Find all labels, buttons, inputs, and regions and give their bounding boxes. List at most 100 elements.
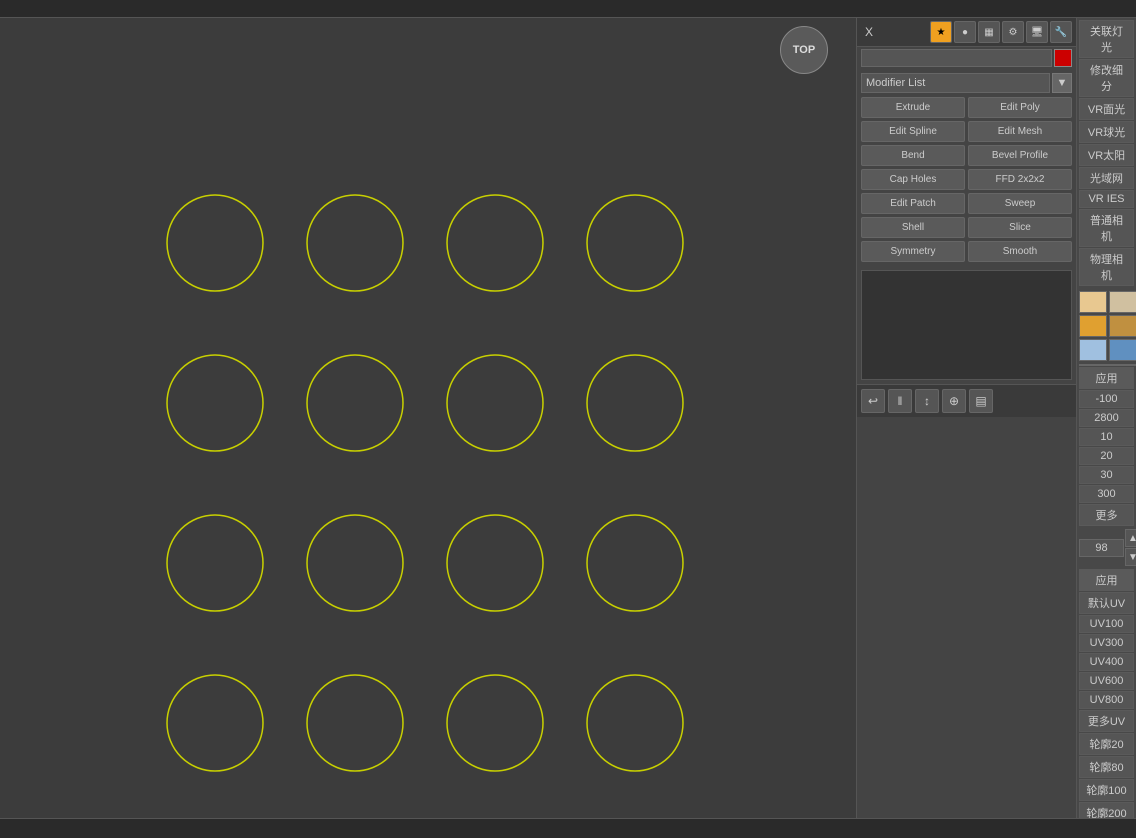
default-uv[interactable]: 默认UV: [1079, 592, 1134, 614]
stepper-1-up[interactable]: ▲: [1125, 529, 1136, 547]
icon-btn-wrench[interactable]: 🔧: [1050, 21, 1072, 43]
btn-edit-patch[interactable]: Edit Patch: [861, 193, 965, 214]
list-item--100[interactable]: -100: [1079, 390, 1134, 408]
swatch-4[interactable]: [1109, 315, 1136, 337]
tool-updown[interactable]: ↕: [915, 389, 939, 413]
right-panel: X ★ ● ▦ ⚙ 🖥 🔧 Modifier List ▼ Extrude Ed…: [856, 18, 1076, 818]
circle-item-2: [430, 168, 560, 318]
uv-800[interactable]: UV800: [1079, 691, 1134, 709]
contour-20[interactable]: 轮廓20: [1079, 733, 1134, 755]
list-item-2800[interactable]: 2800: [1079, 409, 1134, 427]
viewport: TOP: [0, 18, 856, 818]
circle-item-9: [290, 488, 420, 638]
sidebar-entry-vr-sphere[interactable]: VR球光: [1079, 121, 1134, 143]
tool-add[interactable]: ⊕: [942, 389, 966, 413]
sidebar-entry-vr-ies[interactable]: VR IES: [1079, 190, 1134, 208]
sidebar-entry-vr-plane[interactable]: VR面光: [1079, 98, 1134, 120]
btn-sweep[interactable]: Sweep: [968, 193, 1072, 214]
contour-80[interactable]: 轮廓80: [1079, 756, 1134, 778]
list-item-30[interactable]: 30: [1079, 466, 1134, 484]
circle-item-13: [290, 648, 420, 798]
list-item-10[interactable]: 10: [1079, 428, 1134, 446]
swatch-3[interactable]: [1079, 315, 1107, 337]
sidebar-entry-normal-camera[interactable]: 普通相机: [1079, 209, 1134, 247]
icon-bar: X ★ ● ▦ ⚙ 🖥 🔧: [857, 18, 1076, 47]
circle-item-12: [150, 648, 280, 798]
sidebar-entry-modify[interactable]: 修改细分: [1079, 59, 1134, 97]
viewport-label: TOP: [780, 26, 828, 74]
circle-item-7: [570, 328, 700, 478]
btn-edit-mesh[interactable]: Edit Mesh: [968, 121, 1072, 142]
btn-ffd-2x2x2[interactable]: FFD 2x2x2: [968, 169, 1072, 190]
stepper-1-controls: ▲ ▼: [1125, 529, 1136, 566]
list-item-300[interactable]: 300: [1079, 485, 1134, 503]
swatch-1[interactable]: [1079, 291, 1107, 313]
apply-btn-2[interactable]: 应用: [1079, 569, 1134, 591]
btn-bend[interactable]: Bend: [861, 145, 965, 166]
btn-edit-poly[interactable]: Edit Poly: [968, 97, 1072, 118]
icon-btn-circle[interactable]: ●: [954, 21, 976, 43]
circle-item-10: [430, 488, 560, 638]
btn-shell[interactable]: Shell: [861, 217, 965, 238]
toolbar-bottom: ↩ ‖ ↕ ⊕ ▤: [857, 384, 1076, 417]
swatch-green[interactable]: [1079, 364, 1136, 366]
contour-200[interactable]: 轮廓200: [1079, 802, 1134, 818]
contour-100[interactable]: 轮廓100: [1079, 779, 1134, 801]
btn-extrude[interactable]: Extrude: [861, 97, 965, 118]
uv-more[interactable]: 更多UV: [1079, 710, 1134, 732]
modifier-list-row: Modifier List ▼: [857, 69, 1076, 93]
circle-item-6: [430, 328, 560, 478]
stepper-1-down[interactable]: ▼: [1125, 548, 1136, 566]
btn-cap-holes[interactable]: Cap Holes: [861, 169, 965, 190]
icon-btn-star[interactable]: ★: [930, 21, 952, 43]
swatch-grid: [1079, 291, 1134, 361]
circle-item-14: [430, 648, 560, 798]
btn-symmetry[interactable]: Symmetry: [861, 241, 965, 262]
sidebar-entry-light[interactable]: 关联灯光: [1079, 20, 1134, 58]
circle-item-15: [570, 648, 700, 798]
circle-item-0: [150, 168, 280, 318]
uv-600[interactable]: UV600: [1079, 672, 1134, 690]
uv-400[interactable]: UV400: [1079, 653, 1134, 671]
list-item-more[interactable]: 更多: [1079, 504, 1134, 526]
stepper-1-input[interactable]: [1079, 539, 1124, 557]
tool-undo[interactable]: ↩: [861, 389, 885, 413]
tool-table[interactable]: ▤: [969, 389, 993, 413]
swatch-6[interactable]: [1109, 339, 1136, 361]
color-text-input[interactable]: [861, 49, 1052, 67]
main-area: TOP: [0, 18, 1136, 818]
modifier-list-label: Modifier List: [861, 73, 1050, 93]
btn-slice[interactable]: Slice: [968, 217, 1072, 238]
btn-bevel-profile[interactable]: Bevel Profile: [968, 145, 1072, 166]
uv-100[interactable]: UV100: [1079, 615, 1134, 633]
circle-item-5: [290, 328, 420, 478]
circles-grid: [150, 168, 700, 798]
circle-item-1: [290, 168, 420, 318]
modifier-buttons: Extrude Edit Poly Edit Spline Edit Mesh …: [857, 93, 1076, 266]
uv-300[interactable]: UV300: [1079, 634, 1134, 652]
circle-item-3: [570, 168, 700, 318]
tool-pause[interactable]: ‖: [888, 389, 912, 413]
btn-smooth[interactable]: Smooth: [968, 241, 1072, 262]
btn-edit-spline[interactable]: Edit Spline: [861, 121, 965, 142]
modifier-list-dropdown[interactable]: ▼: [1052, 73, 1072, 93]
red-color-swatch[interactable]: [1054, 49, 1072, 67]
icon-btn-monitor[interactable]: 🖥: [1026, 21, 1048, 43]
color-input-row: [857, 47, 1076, 69]
swatch-5[interactable]: [1079, 339, 1107, 361]
swatch-2[interactable]: [1109, 291, 1136, 313]
sidebar-entry-ies-mesh[interactable]: 光域网: [1079, 167, 1134, 189]
preview-box: [861, 270, 1072, 380]
icon-btn-gear[interactable]: ⚙: [1002, 21, 1024, 43]
list-item-20[interactable]: 20: [1079, 447, 1134, 465]
circle-item-4: [150, 328, 280, 478]
stepper-row-1: ▲ ▼: [1079, 527, 1134, 568]
far-right-sidebar: 关联灯光 修改细分 VR面光 VR球光 VR太阳 光域网 VR IES 普通相机…: [1076, 18, 1136, 818]
circle-item-11: [570, 488, 700, 638]
apply-btn-1[interactable]: 应用: [1079, 367, 1134, 389]
x-label: X: [861, 25, 877, 39]
sidebar-entry-physical-camera[interactable]: 物理相机: [1079, 248, 1134, 286]
sidebar-entry-vr-sun[interactable]: VR太阳: [1079, 144, 1134, 166]
circle-item-8: [150, 488, 280, 638]
icon-btn-grid[interactable]: ▦: [978, 21, 1000, 43]
